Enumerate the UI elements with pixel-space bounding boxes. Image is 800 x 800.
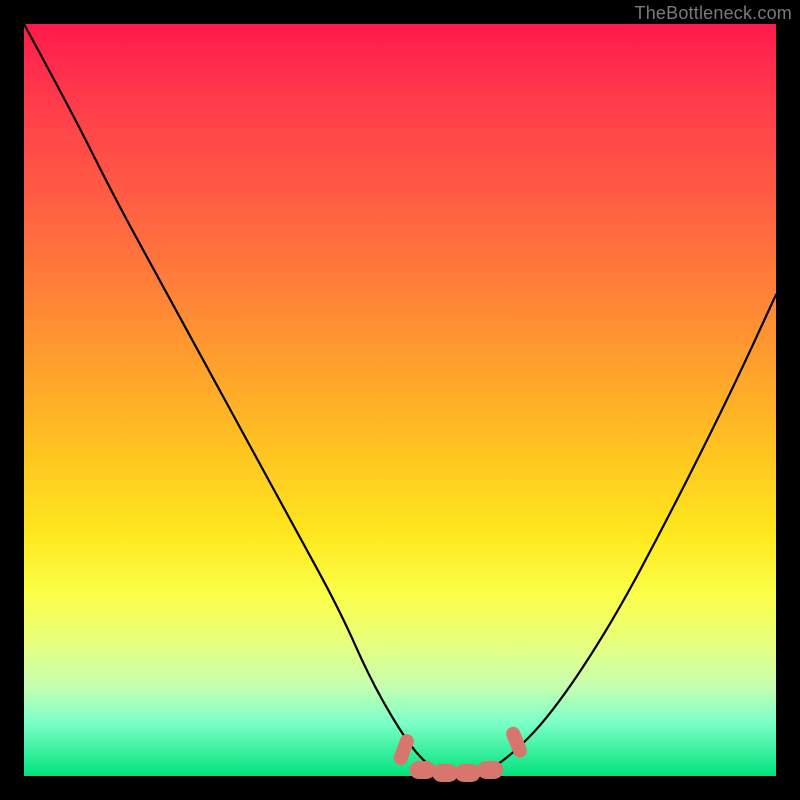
plot-area [24,24,776,776]
trough-markers [392,725,529,782]
curve-svg [24,24,776,776]
marker-flat-1 [410,761,436,779]
attribution-text: TheBottleneck.com [635,3,792,24]
bottleneck-curve [24,24,776,776]
marker-flat-2 [432,764,458,782]
outer-frame: TheBottleneck.com [0,0,800,800]
marker-left-edge [392,732,416,767]
marker-flat-4 [477,761,503,779]
marker-flat-3 [455,764,481,782]
